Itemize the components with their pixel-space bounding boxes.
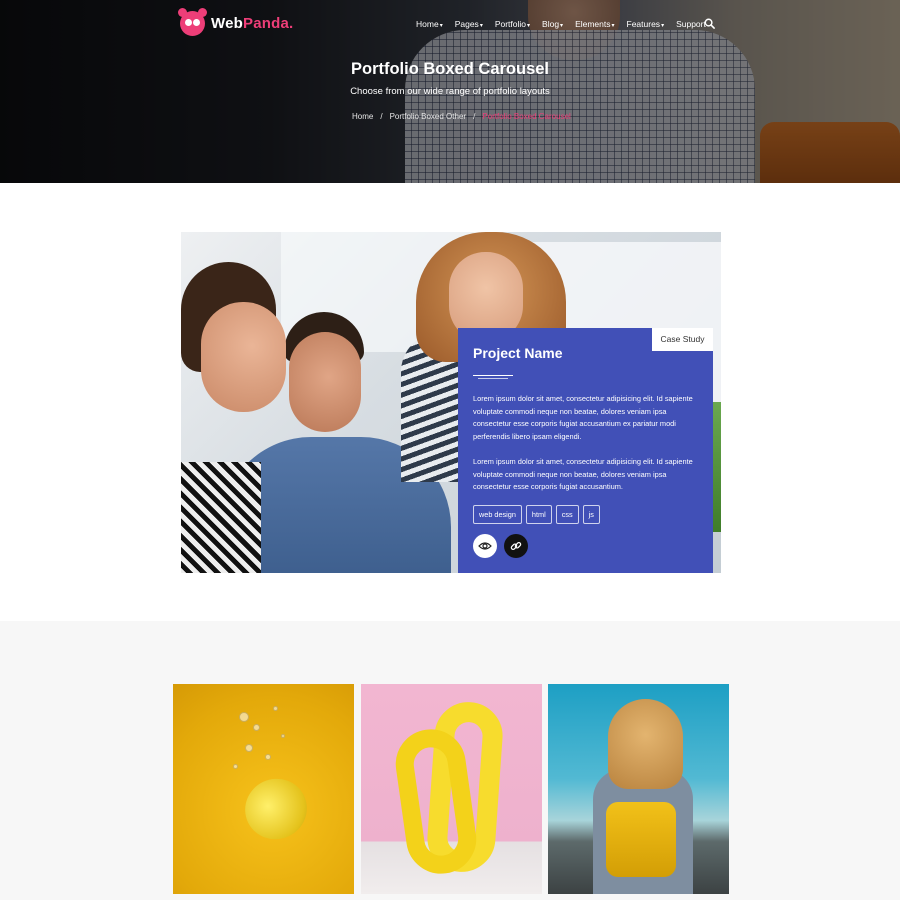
nav-item-support[interactable]: Support — [676, 19, 706, 29]
breadcrumb-current: Portfolio Boxed Carousel — [482, 112, 571, 121]
caret-down-icon: ▾ — [479, 23, 483, 29]
nav-item-features[interactable]: Features▾ — [627, 19, 665, 29]
caret-down-icon: ▾ — [611, 23, 615, 29]
tag-js[interactable]: js — [582, 505, 600, 524]
logo-text: WebPanda. — [211, 15, 294, 32]
tag-web-design[interactable]: web design — [473, 505, 522, 524]
tag-css[interactable]: css — [555, 505, 579, 524]
breadcrumb: Home / Portfolio Boxed Other / Portfolio Box… — [352, 112, 571, 121]
portfolio-item-backpack[interactable] — [548, 684, 729, 894]
breadcrumb-portfolio-boxed-other[interactable]: Portfolio Boxed Other — [390, 112, 466, 121]
project-description-2: Lorem ipsum dolor sit amet, consectetur … — [473, 457, 693, 492]
nav-item-home[interactable]: Home▾ — [416, 19, 443, 29]
caret-down-icon: ▾ — [439, 23, 443, 29]
portfolio-item-lemon[interactable] — [173, 684, 354, 894]
case-study-badge: Case Study — [652, 328, 713, 351]
caret-down-icon: ▾ — [527, 23, 531, 29]
nav-item-portfolio[interactable]: Portfolio▾ — [495, 19, 530, 29]
nav-item-pages[interactable]: Pages▾ — [455, 19, 483, 29]
search-icon[interactable] — [704, 18, 715, 29]
page-title: Portfolio Boxed Carousel — [350, 60, 550, 78]
project-title: Project Name — [473, 345, 563, 361]
caret-down-icon: ▾ — [661, 23, 665, 29]
eye-icon — [478, 542, 492, 550]
main-nav: Home▾ Pages▾ Portfolio▾ Blog▾ Elements▾ … — [416, 19, 718, 29]
tag-html[interactable]: html — [525, 505, 552, 524]
project-tags: web design html css js — [473, 505, 600, 524]
site-logo[interactable]: WebPanda. — [178, 8, 294, 36]
project-link-button[interactable] — [504, 534, 528, 558]
view-project-button[interactable] — [473, 534, 497, 558]
panda-logo-icon — [178, 8, 207, 36]
page-subtitle: Choose from our wide range of portfolio … — [350, 86, 550, 97]
project-info-panel — [458, 328, 713, 573]
nav-item-blog[interactable]: Blog▾ — [542, 19, 563, 29]
breadcrumb-home[interactable]: Home — [352, 112, 373, 121]
link-icon — [510, 541, 522, 551]
page-header: WebPanda. Home▾ Pages▾ Portfolio▾ Blog▾ … — [0, 0, 900, 183]
portfolio-item-balloon[interactable] — [361, 684, 542, 894]
nav-item-elements[interactable]: Elements▾ — [575, 19, 614, 29]
project-description: Lorem ipsum dolor sit amet, consectetur … — [473, 394, 693, 441]
caret-down-icon: ▾ — [560, 23, 564, 29]
title-divider — [473, 375, 513, 376]
